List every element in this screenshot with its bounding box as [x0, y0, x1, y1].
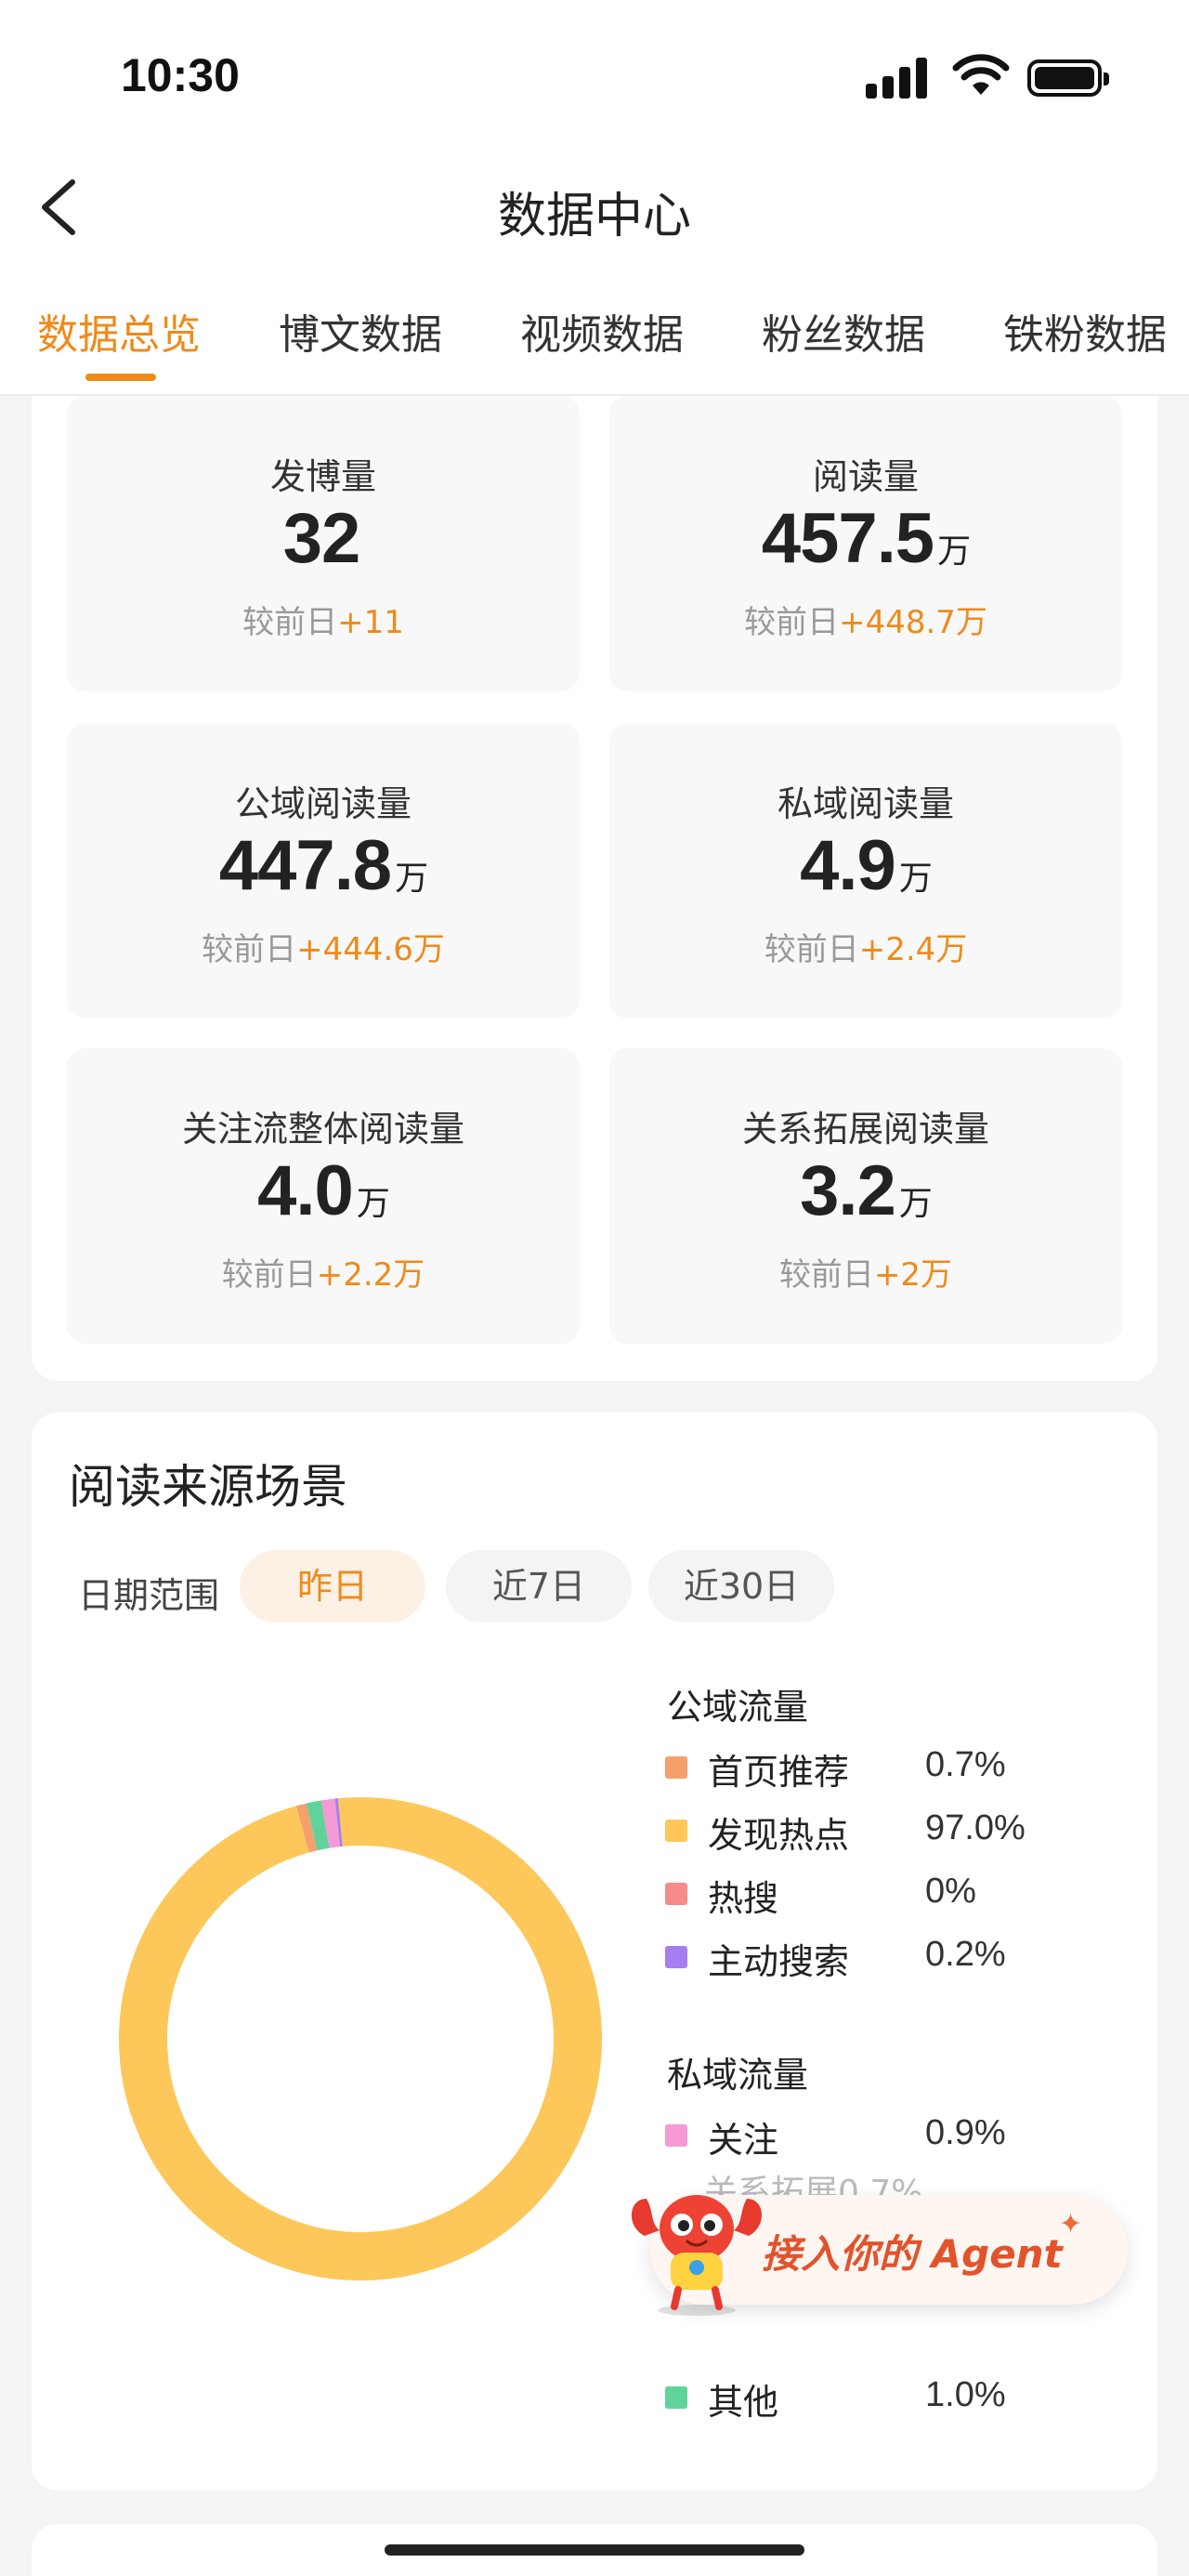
legend-group-public: 公域流量: [667, 1687, 809, 1728]
metric-label: 阅读量: [812, 456, 919, 497]
date-range-label: 日期范围: [78, 1575, 220, 1616]
tab-post-data[interactable]: 博文数据: [279, 301, 442, 361]
legend-value: 0.7%: [925, 1745, 1006, 1784]
date-option-30-days[interactable]: 近30日: [648, 1550, 834, 1623]
date-option-yesterday[interactable]: 昨日: [240, 1550, 425, 1623]
status-time: 10:30: [121, 49, 240, 101]
metric-post-count[interactable]: 发博量 32 较前日+11: [67, 396, 580, 691]
metric-value: 4.0 万: [257, 1151, 390, 1230]
tab-loyal-fans-data[interactable]: 铁粉数据: [1003, 301, 1167, 361]
metric-value: 32: [282, 499, 361, 578]
metric-value: 457.5 万: [761, 499, 971, 578]
metric-value: 4.9 万: [800, 826, 933, 905]
read-source-card: 阅读来源场景 日期范围 昨日 近7日 近30日 公域流量 首页推荐 0.7% 发…: [32, 1413, 1157, 2491]
legend-swatch: [665, 1946, 687, 1968]
cellular-signal-icon: [866, 56, 929, 99]
metric-label: 关注流整体阅读量: [181, 1109, 464, 1150]
legend-item: 首页推荐 0.7%: [665, 1743, 1111, 1793]
legend-item: 发现热点 97.0%: [665, 1807, 1111, 1856]
tab-fans-data[interactable]: 粉丝数据: [762, 301, 925, 361]
legend-item: 其他 1.0%: [665, 2373, 1111, 2423]
legend-name: 首页推荐: [708, 1752, 850, 1793]
battery-icon: [1027, 59, 1109, 97]
active-tab-indicator: [85, 374, 156, 381]
legend-swatch: [665, 1756, 687, 1779]
legend-swatch: [665, 2124, 687, 2147]
legend-name: 主动搜索: [708, 1941, 850, 1982]
metric-value: 447.8 万: [218, 826, 428, 905]
metric-read-count[interactable]: 阅读量 457.5 万 较前日+448.7万: [609, 396, 1122, 691]
metric-public-read[interactable]: 公域阅读量 447.8 万 较前日+444.6万: [67, 723, 580, 1019]
legend-item: 关注 0.9%: [665, 2111, 1111, 2161]
legend-value: 0.2%: [925, 1935, 1006, 1974]
section-title: 阅读来源场景: [69, 1460, 347, 1514]
metric-label: 发博量: [269, 456, 376, 497]
metric-follow-feed-read[interactable]: 关注流整体阅读量 4.0 万 较前日+2.2万: [67, 1048, 580, 1344]
legend-swatch: [665, 2386, 687, 2409]
legend-item: 热搜 0%: [665, 1870, 1111, 1919]
legend-item: 主动搜索 0.2%: [665, 1933, 1111, 1982]
crayfish-mascot-icon[interactable]: [622, 2171, 771, 2320]
home-indicator: [385, 2544, 804, 2556]
metric-delta: 较前日+11: [242, 604, 404, 641]
metric-delta: 较前日+2.2万: [221, 1256, 425, 1294]
date-option-7-days[interactable]: 近7日: [446, 1550, 632, 1623]
wifi-icon: [952, 54, 1010, 95]
legend-name: 热搜: [708, 1878, 779, 1919]
legend-swatch: [665, 1820, 687, 1842]
status-bar: 10:30: [0, 0, 1189, 156]
tab-overview[interactable]: 数据总览: [37, 301, 201, 361]
metric-label: 关系拓展阅读量: [741, 1109, 989, 1150]
metric-delta: 较前日+444.6万: [202, 931, 445, 968]
metric-label: 私域阅读量: [777, 783, 954, 824]
legend-value: 97.0%: [925, 1808, 1026, 1847]
metric-label: 公域阅读量: [234, 783, 412, 824]
status-icons: [866, 54, 1109, 102]
tab-bar: 数据总览 博文数据 视频数据 粉丝数据 铁粉数据: [0, 258, 1189, 396]
metric-relation-expand-read[interactable]: 关系拓展阅读量 3.2 万 较前日+2万: [609, 1048, 1122, 1344]
legend-name: 其他: [708, 2382, 779, 2423]
donut-slice-1: [119, 1797, 602, 2280]
metric-private-read[interactable]: 私域阅读量 4.9 万 较前日+2.4万: [609, 723, 1122, 1019]
metric-delta: 较前日+2.4万: [764, 931, 968, 968]
nav-bar: 数据中心: [0, 156, 1189, 258]
legend-swatch: [665, 1883, 687, 1905]
legend-name: 发现热点: [708, 1815, 850, 1856]
legend-value: 1.0%: [925, 2375, 1006, 2414]
agent-banner-text: 接入你的 Agent: [762, 2231, 1063, 2277]
legend-group-private: 私域流量: [667, 2055, 809, 2096]
metric-delta: 较前日+448.7万: [744, 604, 987, 641]
page-title: 数据中心: [497, 189, 691, 244]
legend-value: 0.9%: [925, 2113, 1006, 2152]
metrics-card: 发博量 32 较前日+11 阅读量 457.5 万 较前日+448.7万 公域阅读…: [32, 396, 1157, 1381]
sparkle-icon: ✦: [1059, 2208, 1083, 2241]
metric-value: 3.2 万: [800, 1151, 933, 1230]
read-source-donut-chart: [119, 1797, 602, 2280]
legend-value: 0%: [925, 1872, 976, 1911]
legend-name: 关注: [708, 2120, 779, 2161]
tab-video-data[interactable]: 视频数据: [520, 301, 684, 361]
metric-delta: 较前日+2万: [778, 1256, 953, 1294]
